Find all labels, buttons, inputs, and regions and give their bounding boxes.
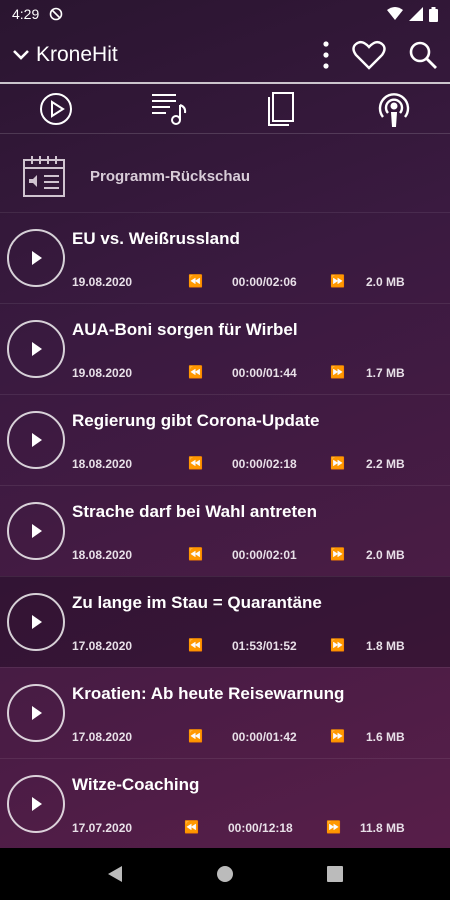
rewind-icon[interactable]: ⏪ bbox=[188, 638, 203, 652]
search-icon[interactable] bbox=[408, 40, 438, 70]
episode-date: 19.08.2020 bbox=[72, 366, 133, 380]
episode-title: EU vs. Weißrussland bbox=[72, 229, 240, 248]
favorite-heart-icon[interactable] bbox=[352, 40, 386, 70]
tab-news[interactable] bbox=[256, 86, 306, 132]
list-item[interactable]: EU vs. Weißrussland 19.08.2020 ⏪ 00:00/0… bbox=[0, 212, 450, 303]
episode-position: 00:00/02:01 bbox=[232, 548, 297, 562]
recents-icon[interactable] bbox=[327, 866, 344, 882]
list-item[interactable]: Kroatien: Ab heute Reisewarnung 17.08.20… bbox=[0, 667, 450, 758]
book-icon bbox=[268, 91, 295, 126]
system-nav-bar bbox=[0, 848, 450, 900]
rewind-icon[interactable]: ⏪ bbox=[188, 456, 203, 470]
play-icon bbox=[32, 615, 42, 629]
play-icon bbox=[32, 706, 42, 720]
episode-list: EU vs. Weißrussland 19.08.2020 ⏪ 00:00/0… bbox=[0, 212, 450, 849]
status-bar: 4:29 bbox=[0, 0, 450, 28]
episode-title: Kroatien: Ab heute Reisewarnung bbox=[72, 684, 345, 703]
rewind-icon[interactable]: ⏪ bbox=[188, 729, 203, 743]
list-item[interactable]: Zu lange im Stau = Quarantäne 17.08.2020… bbox=[0, 576, 450, 667]
episode-position: 01:53/01:52 bbox=[232, 639, 297, 653]
fast-forward-icon[interactable]: ⏩ bbox=[330, 274, 345, 288]
fast-forward-icon[interactable]: ⏩ bbox=[330, 729, 345, 743]
calendar-audio-icon bbox=[23, 156, 65, 197]
fast-forward-icon[interactable]: ⏩ bbox=[326, 820, 341, 834]
tab-podcast[interactable] bbox=[369, 86, 419, 132]
list-item[interactable]: Regierung gibt Corona-Update 18.08.2020 … bbox=[0, 394, 450, 485]
play-icon bbox=[32, 433, 42, 447]
battery-icon bbox=[429, 6, 438, 22]
episode-date: 18.08.2020 bbox=[72, 548, 133, 562]
chevron-down-icon[interactable] bbox=[12, 49, 30, 61]
wifi-icon bbox=[387, 7, 403, 20]
fast-forward-icon[interactable]: ⏩ bbox=[330, 456, 345, 470]
playlist-icon bbox=[151, 93, 186, 125]
episode-position: 00:00/12:18 bbox=[228, 821, 293, 835]
episode-date: 17.08.2020 bbox=[72, 730, 133, 744]
no-disturb-icon bbox=[49, 7, 63, 21]
play-button[interactable] bbox=[7, 320, 65, 378]
episode-size: 1.6 MB bbox=[366, 730, 405, 744]
episode-date: 18.08.2020 bbox=[72, 457, 133, 471]
back-icon[interactable] bbox=[107, 865, 123, 883]
episode-size: 2.0 MB bbox=[366, 548, 405, 562]
episode-title: Strache darf bei Wahl antreten bbox=[72, 502, 317, 521]
episode-date: 17.08.2020 bbox=[72, 639, 133, 653]
app-bar: KroneHit bbox=[0, 28, 450, 82]
fast-forward-icon[interactable]: ⏩ bbox=[330, 547, 345, 561]
play-button[interactable] bbox=[7, 502, 65, 560]
episode-size: 11.8 MB bbox=[360, 821, 405, 835]
status-time: 4:29 bbox=[12, 6, 40, 22]
play-button[interactable] bbox=[7, 229, 65, 287]
episode-size: 1.8 MB bbox=[366, 639, 405, 653]
more-options-icon[interactable] bbox=[322, 40, 330, 70]
play-icon bbox=[32, 797, 42, 811]
play-button[interactable] bbox=[7, 775, 65, 833]
fast-forward-icon[interactable]: ⏩ bbox=[330, 638, 345, 652]
list-item[interactable]: AUA-Boni sorgen für Wirbel 19.08.2020 ⏪ … bbox=[0, 303, 450, 394]
station-title[interactable]: KroneHit bbox=[36, 43, 118, 67]
rewind-icon[interactable]: ⏪ bbox=[188, 365, 203, 379]
episode-date: 19.08.2020 bbox=[72, 275, 133, 289]
section-header: Programm-Rückschau bbox=[0, 140, 450, 212]
list-item[interactable]: Witze-Coaching 17.07.2020 ⏪ 00:00/12:18 … bbox=[0, 758, 450, 849]
episode-position: 00:00/01:44 bbox=[232, 366, 297, 380]
tab-bar bbox=[0, 84, 450, 134]
episode-size: 2.0 MB bbox=[366, 275, 405, 289]
episode-position: 00:00/01:42 bbox=[232, 730, 297, 744]
play-circle-icon bbox=[40, 92, 73, 125]
episode-size: 1.7 MB bbox=[366, 366, 405, 380]
play-button[interactable] bbox=[7, 593, 65, 651]
episode-title: Regierung gibt Corona-Update bbox=[72, 411, 320, 430]
play-icon bbox=[32, 251, 42, 265]
rewind-icon[interactable]: ⏪ bbox=[188, 274, 203, 288]
tab-live[interactable] bbox=[31, 86, 81, 132]
episode-title: Witze-Coaching bbox=[72, 775, 200, 794]
rewind-icon[interactable]: ⏪ bbox=[184, 820, 199, 834]
episode-title: AUA-Boni sorgen für Wirbel bbox=[72, 320, 298, 339]
episode-position: 00:00/02:06 bbox=[232, 275, 297, 289]
episode-size: 2.2 MB bbox=[366, 457, 405, 471]
episode-title: Zu lange im Stau = Quarantäne bbox=[72, 593, 322, 612]
section-title: Programm-Rückschau bbox=[90, 167, 251, 185]
episode-date: 17.07.2020 bbox=[72, 821, 133, 835]
play-icon bbox=[32, 342, 42, 356]
podcast-icon bbox=[378, 92, 409, 127]
tab-playlist[interactable] bbox=[144, 86, 194, 132]
play-icon bbox=[32, 524, 42, 538]
rewind-icon[interactable]: ⏪ bbox=[188, 547, 203, 561]
play-button[interactable] bbox=[7, 684, 65, 742]
signal-icon bbox=[409, 7, 423, 21]
episode-position: 00:00/02:18 bbox=[232, 457, 297, 471]
list-item[interactable]: Strache darf bei Wahl antreten 18.08.202… bbox=[0, 485, 450, 576]
fast-forward-icon[interactable]: ⏩ bbox=[330, 365, 345, 379]
play-button[interactable] bbox=[7, 411, 65, 469]
home-icon[interactable] bbox=[216, 865, 234, 883]
